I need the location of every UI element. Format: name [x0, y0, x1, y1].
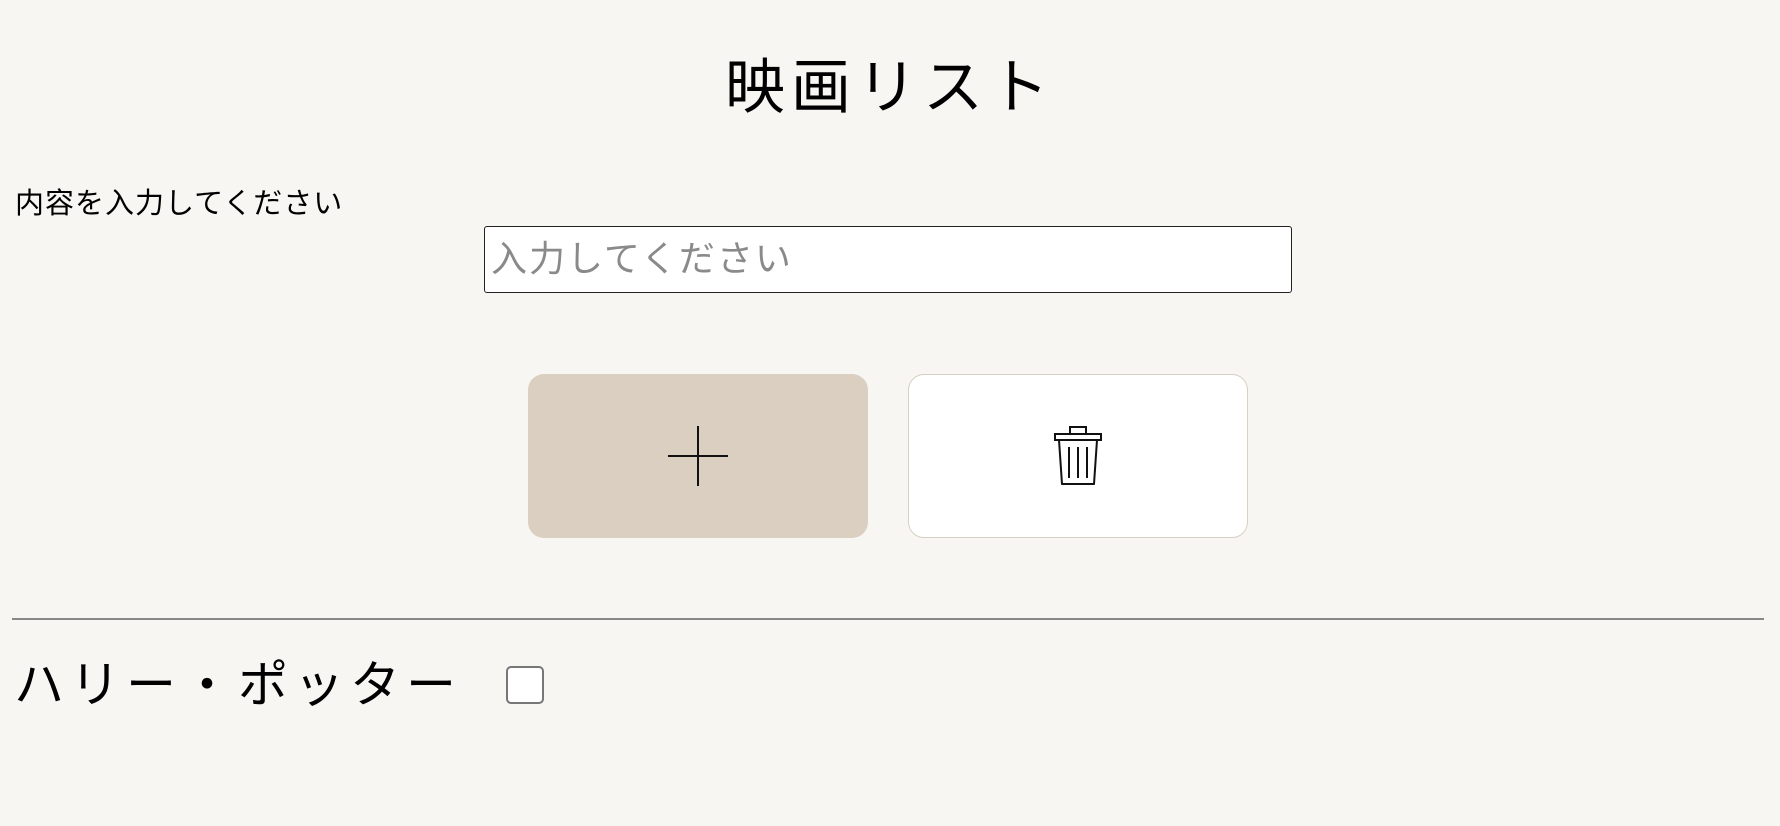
delete-button[interactable]: [908, 374, 1248, 538]
list-item-label: ハリー・ポッター: [14, 656, 462, 714]
movie-list: ハリー・ポッター: [14, 650, 544, 720]
divider: [12, 618, 1764, 620]
list-item: ハリー・ポッター: [14, 650, 544, 720]
input-label: 内容を入力してください: [15, 186, 344, 220]
movie-input[interactable]: [484, 226, 1292, 293]
trash-icon: [1054, 426, 1102, 485]
add-button[interactable]: [528, 374, 868, 538]
list-item-checkbox[interactable]: [506, 666, 544, 704]
plus-icon: [668, 426, 728, 486]
page-title: 映画リスト: [725, 53, 1055, 123]
